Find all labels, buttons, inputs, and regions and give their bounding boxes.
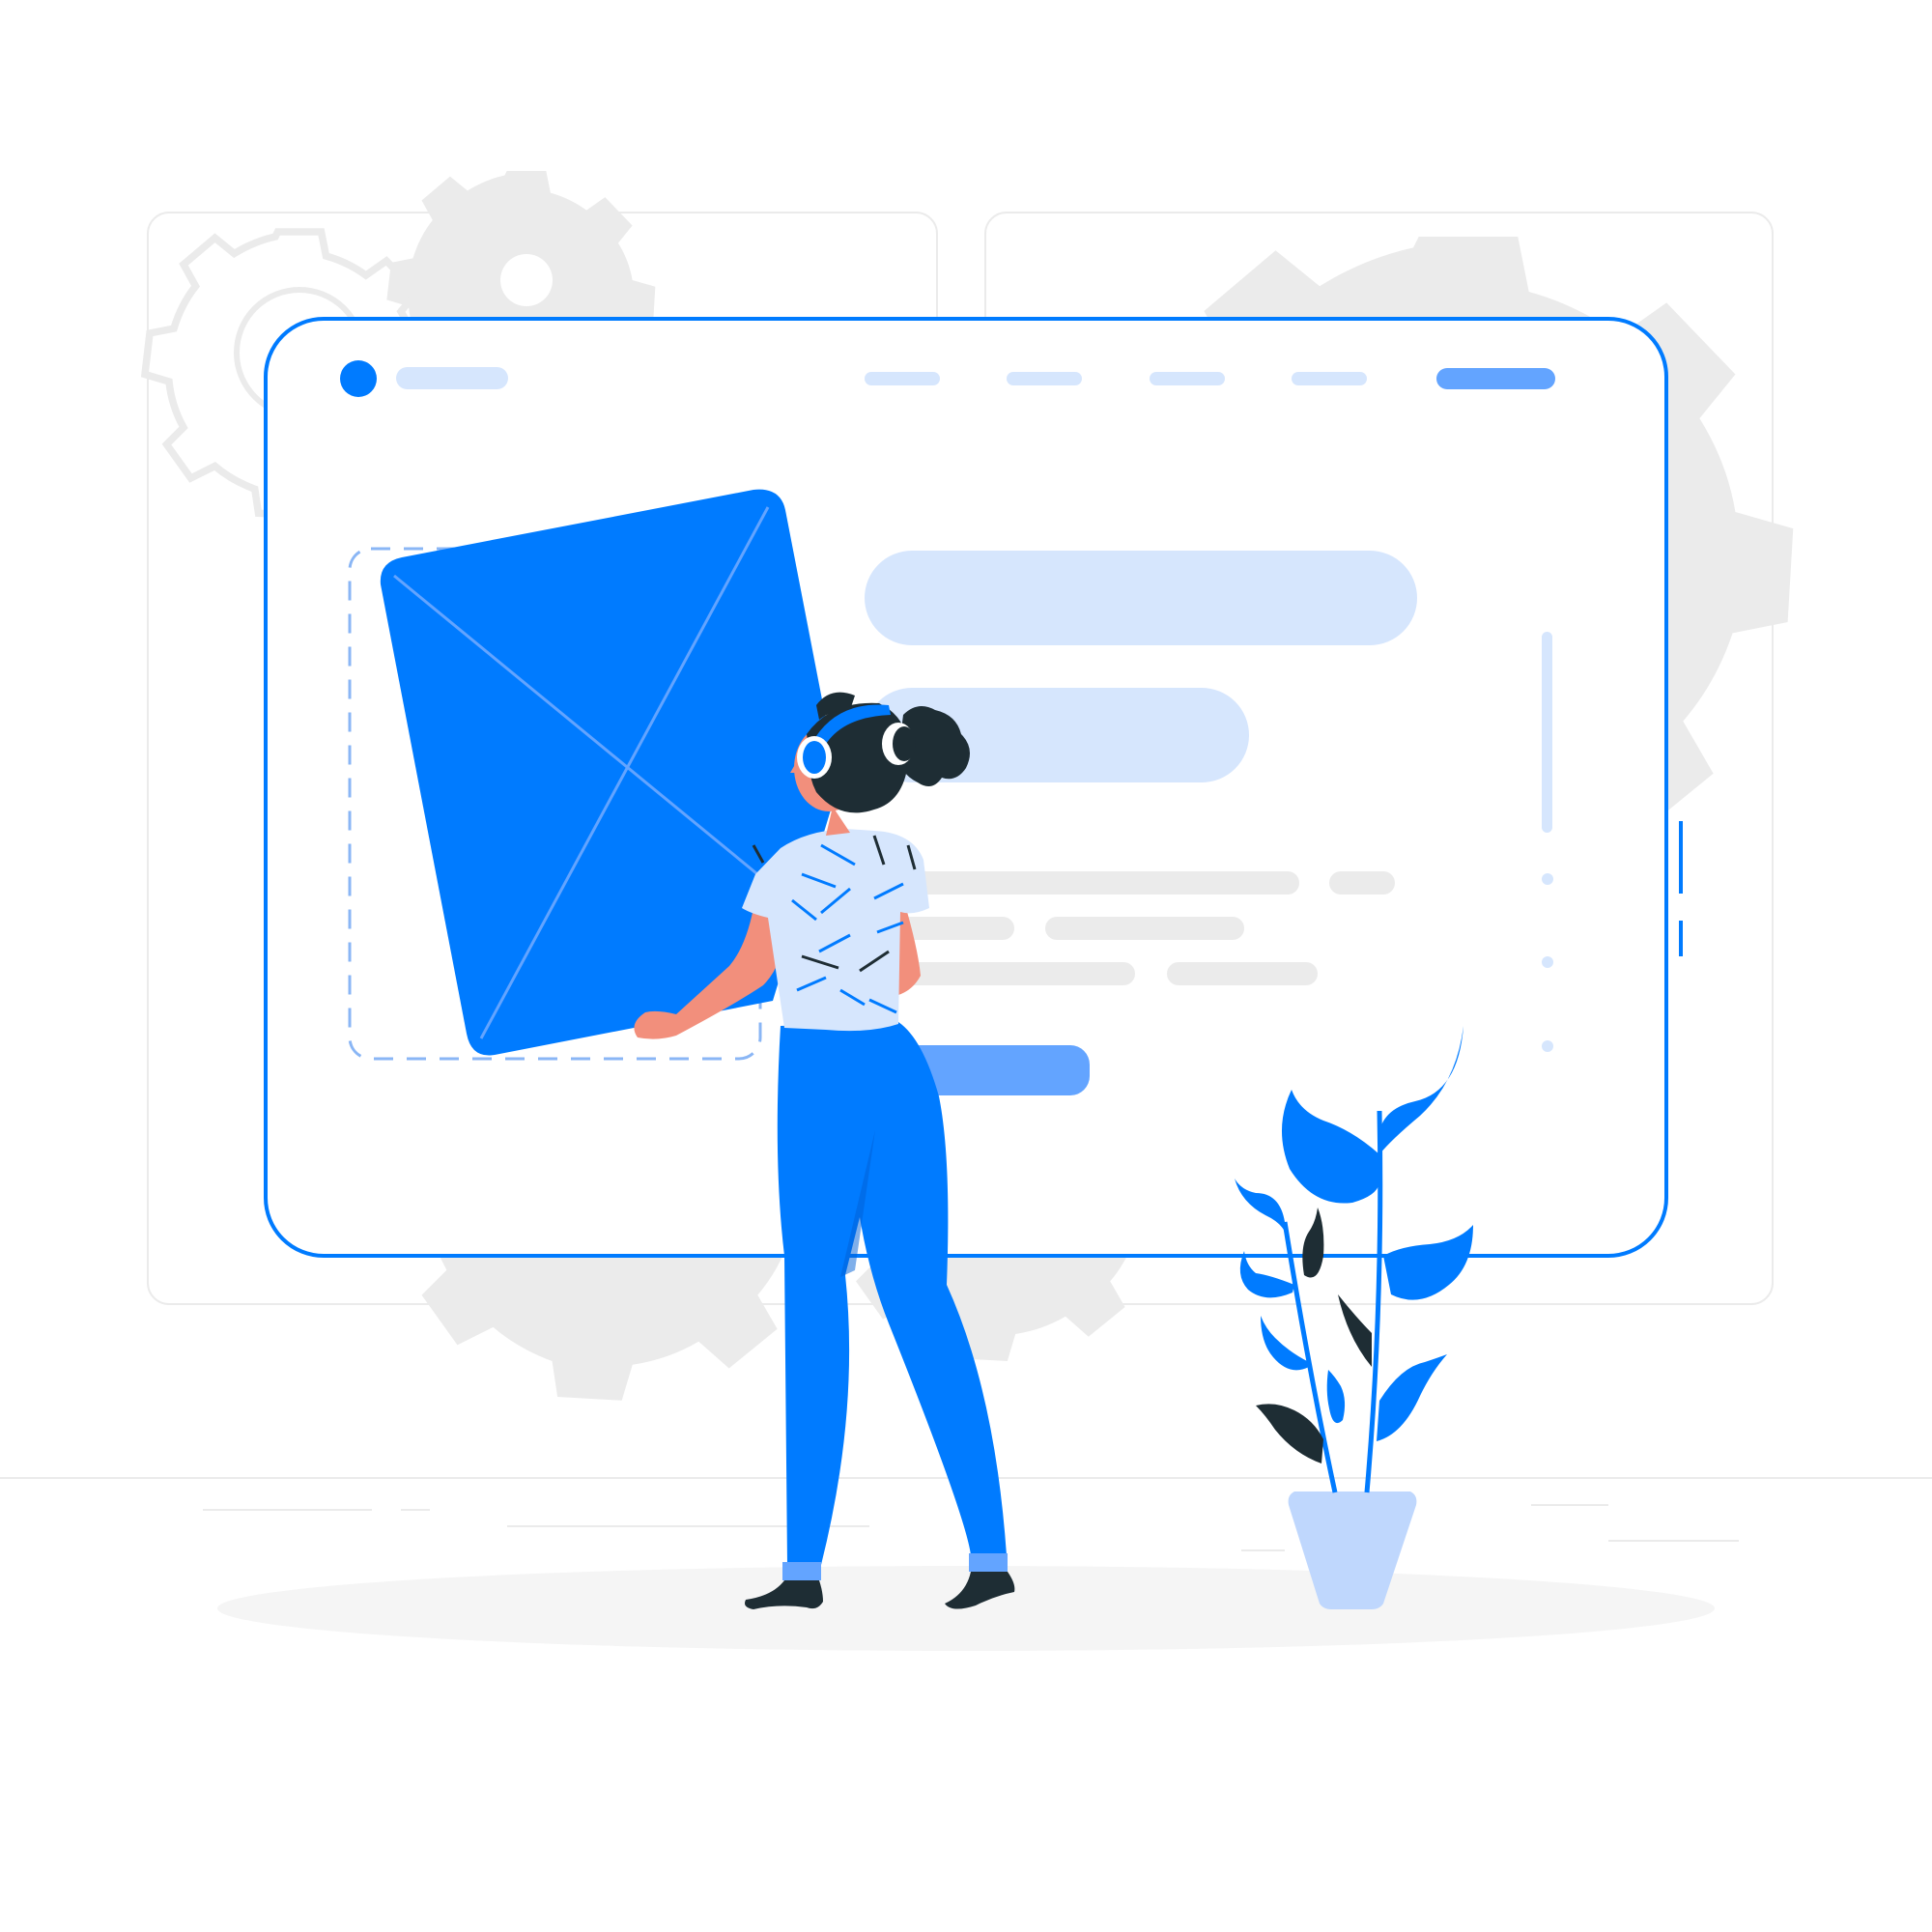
- nav-link-2[interactable]: [1007, 372, 1082, 385]
- person-sock: [782, 1562, 821, 1580]
- floor-shadow: [217, 1566, 1715, 1651]
- person-sock: [969, 1553, 1008, 1572]
- scrollbar-track[interactable]: [1542, 632, 1552, 833]
- text-line: [898, 871, 1299, 895]
- text-line: [1167, 962, 1318, 985]
- illustration-canvas: [0, 171, 1932, 1651]
- nav-link-3[interactable]: [1150, 372, 1225, 385]
- text-line: [1045, 917, 1244, 940]
- text-line: [1329, 871, 1395, 895]
- nav-link-4[interactable]: [1292, 372, 1367, 385]
- pagination-dot[interactable]: [1542, 1040, 1553, 1052]
- site-title-bar[interactable]: [396, 367, 508, 389]
- nav-link-1[interactable]: [865, 372, 940, 385]
- pagination-dot[interactable]: [1542, 956, 1553, 968]
- logo-dot-icon[interactable]: [340, 360, 377, 397]
- heading-placeholder: [865, 551, 1417, 645]
- text-line: [898, 962, 1135, 985]
- pagination-dot[interactable]: [1542, 873, 1553, 885]
- text-line: [898, 917, 1014, 940]
- nav-cta-button[interactable]: [1436, 368, 1555, 389]
